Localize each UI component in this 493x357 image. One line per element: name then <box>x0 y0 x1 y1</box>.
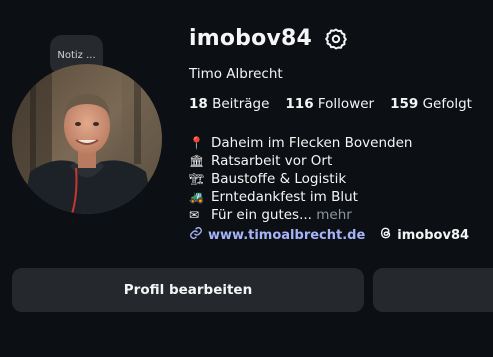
pin-emoji-icon: 📍 <box>189 136 204 150</box>
username-row: imobov84 <box>189 26 348 51</box>
envelope-emoji-icon: ✉ <box>189 208 200 222</box>
links-row: www.timoalbrecht.de imobov84 <box>189 226 469 244</box>
following-label: Gefolgt <box>422 96 472 112</box>
profile-photo <box>12 64 162 214</box>
profile-header: Notiz ... imobov84 Timo Albrecht 18 Beit… <box>0 0 493 357</box>
followers-number: 116 <box>285 96 314 112</box>
settings-gear-icon[interactable] <box>324 27 348 51</box>
note-label: Notiz ... <box>57 49 96 61</box>
posts-number: 18 <box>189 96 208 112</box>
threads-icon <box>379 226 393 244</box>
following-number: 159 <box>390 96 419 112</box>
full-name: Timo Albrecht <box>189 66 283 82</box>
threads-link-label: imobov84 <box>397 227 470 243</box>
classical-building-emoji-icon: 🏛 <box>189 154 205 168</box>
bio-line-more: ✉ Für ein gutes... mehr <box>189 206 412 224</box>
archive-button[interactable] <box>373 268 493 312</box>
website-link[interactable]: www.timoalbrecht.de <box>189 226 365 244</box>
avatar[interactable] <box>12 64 162 214</box>
threads-link[interactable]: imobov84 <box>379 226 469 244</box>
following-count[interactable]: 159 Gefolgt <box>390 96 472 112</box>
followers-label: Follower <box>317 96 375 112</box>
bio-text: Daheim im Flecken Bovenden <box>211 135 413 151</box>
website-link-label: www.timoalbrecht.de <box>208 227 366 243</box>
bio-line-harvest: 🚜 Erntedankfest im Blut <box>189 188 412 206</box>
username: imobov84 <box>189 26 312 51</box>
profile-stats: 18 Beiträge 116 Follower 159 Gefolgt <box>189 96 472 112</box>
bio: 📍 Daheim im Flecken Bovenden 🏛 Ratsarbei… <box>189 134 412 224</box>
bio-text: Baustoffe & Logistik <box>211 171 347 187</box>
construction-emoji-icon: 🏗 <box>189 172 205 186</box>
posts-label: Beiträge <box>212 96 270 112</box>
bio-text: Erntedankfest im Blut <box>211 189 358 205</box>
bio-line-location: 📍 Daheim im Flecken Bovenden <box>189 134 412 152</box>
edit-profile-button[interactable]: Profil bearbeiten <box>12 268 364 312</box>
bio-text: Ratsarbeit vor Ort <box>211 153 333 169</box>
bio-line-work: 🏗 Baustoffe & Logistik <box>189 170 412 188</box>
followers-count[interactable]: 116 Follower <box>285 96 374 112</box>
bio-more-link[interactable]: mehr <box>316 206 352 224</box>
bio-line-council: 🏛 Ratsarbeit vor Ort <box>189 152 412 170</box>
link-icon <box>189 226 203 244</box>
posts-count[interactable]: 18 Beiträge <box>189 96 269 112</box>
bio-text: Für ein gutes... <box>211 207 312 223</box>
tractor-emoji-icon: 🚜 <box>189 190 204 204</box>
